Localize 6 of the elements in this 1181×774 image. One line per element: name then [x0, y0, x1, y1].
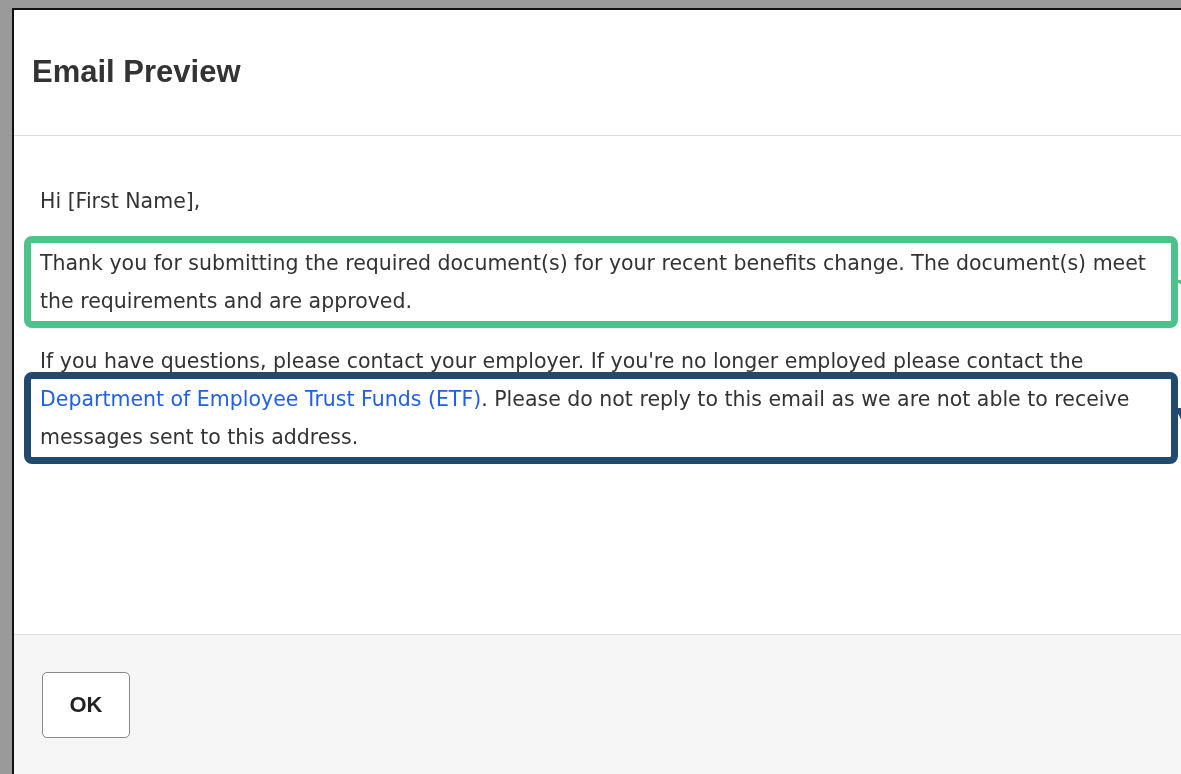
etf-link[interactable]: Department of Employee Trust Funds (ETF): [40, 387, 482, 411]
email-paragraph: Thank you for submitting the required document(s) for your recent benefits change. The document(s) meet the requirements and are approved.: [40, 250, 1147, 315]
email-paragraph: If you have questions, please contact your employer. If you're no longer employed please contact the Department of Employee Trust Funds (ETF). Please do not reply to this email as we are not able to receive messages sent to this address.: [40, 348, 1131, 451]
ok-button[interactable]: OK: [42, 671, 130, 738]
greeting-text: Hi [First Name],: [40, 188, 201, 215]
dialog-title: Email Preview: [32, 53, 241, 92]
